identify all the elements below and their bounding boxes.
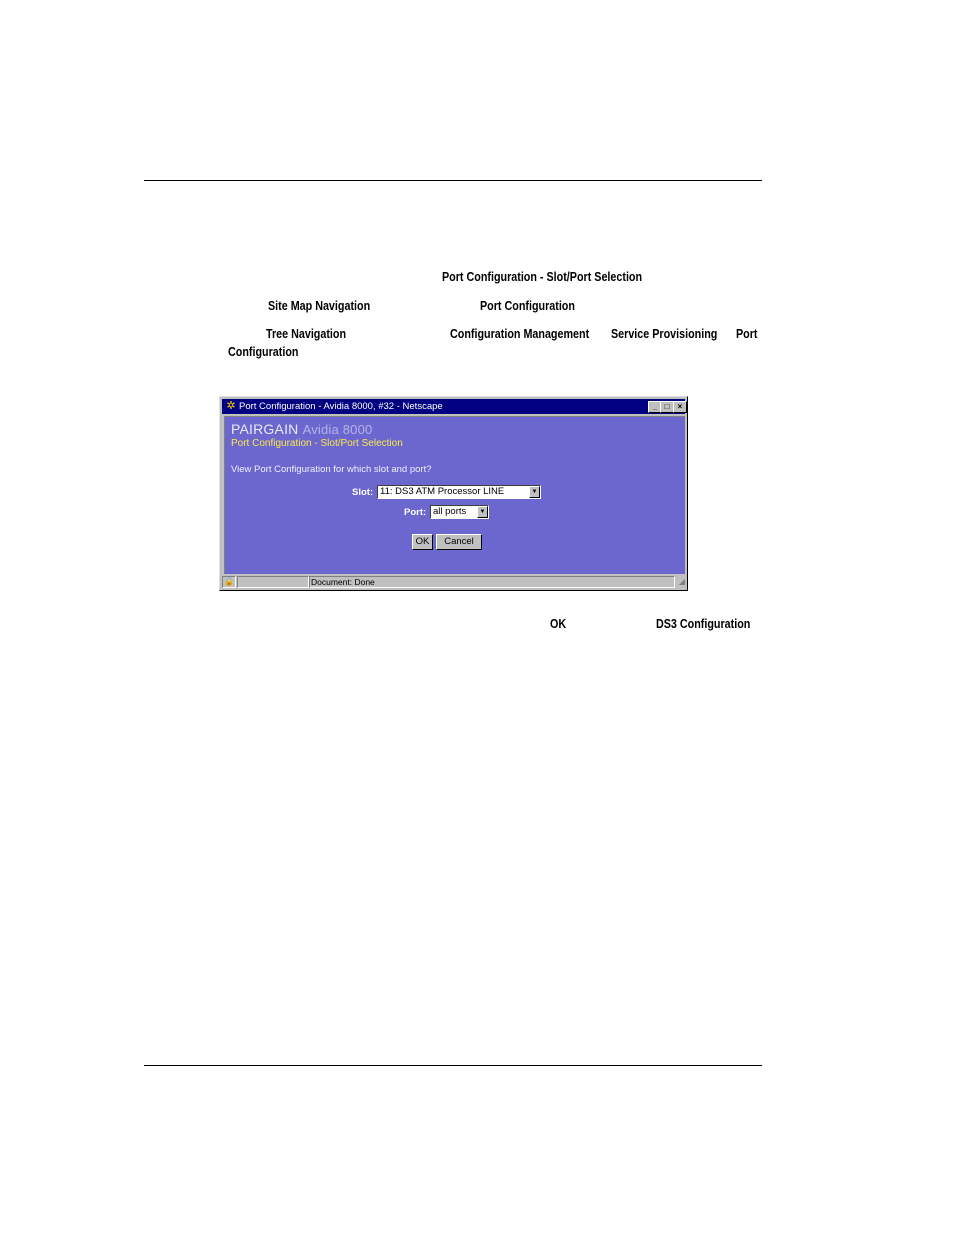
doc-config-mgmt: Configuration Management [450, 327, 590, 341]
ok-button[interactable]: OK [412, 534, 433, 550]
doc-port-config-link: Port Configuration [480, 299, 575, 313]
slot-label: Slot: [352, 487, 374, 498]
window-titlebar[interactable]: ✲ Port Configuration - Avidia 8000, #32 … [222, 399, 687, 414]
bottom-rule [144, 1065, 762, 1066]
page-content: PAIRGAIN Avidia 8000 Port Configuration … [224, 416, 685, 574]
page-title: Port Configuration - Slot/Port Selection [231, 438, 403, 449]
progress-cell [237, 576, 309, 588]
selection-prompt: View Port Configuration for which slot a… [231, 464, 432, 475]
doc-window-name: Port Configuration - Slot/Port Selection [442, 270, 643, 284]
netscape-icon: ✲ [226, 400, 236, 412]
doc-site-map-nav: Site Map Navigation [268, 299, 371, 313]
resize-grip-icon[interactable]: ◢ [675, 576, 685, 588]
cancel-button[interactable]: Cancel [436, 534, 482, 550]
top-rule [144, 180, 762, 181]
port-label: Port: [404, 507, 427, 518]
doc-service-prov: Service Provisioning [611, 327, 718, 341]
doc-port: Port [736, 327, 758, 341]
doc-tree-nav: Tree Navigation [266, 327, 347, 341]
brand-product: Avidia 8000 [302, 422, 373, 437]
port-select[interactable]: all ports ▼ [430, 505, 489, 519]
pairgain-logo: PAIRGAIN Avidia 8000 [231, 421, 372, 437]
chevron-down-icon[interactable]: ▼ [529, 486, 540, 498]
security-lock-icon[interactable]: 🔓 [222, 576, 236, 588]
slot-select-value: 11: DS3 ATM Processor LINE [380, 486, 505, 497]
status-text: Document: Done [311, 577, 375, 587]
chevron-down-icon[interactable]: ▼ [477, 506, 488, 518]
window-title: Port Configuration - Avidia 8000, #32 - … [239, 401, 443, 412]
slot-select[interactable]: 11: DS3 ATM Processor LINE ▼ [377, 485, 541, 499]
status-bar: 🔓 Document: Done ◢ [222, 576, 685, 588]
doc-configuration: Configuration [228, 345, 299, 359]
netscape-window: ✲ Port Configuration - Avidia 8000, #32 … [219, 396, 688, 591]
close-button[interactable]: × [673, 401, 687, 413]
brand-name: PAIRGAIN [231, 421, 299, 437]
maximize-button[interactable]: □ [660, 401, 674, 413]
doc-ds3-text: DS3 Configuration [656, 617, 751, 631]
port-select-value: all ports [433, 506, 467, 517]
doc-ok-text: OK [550, 617, 567, 631]
